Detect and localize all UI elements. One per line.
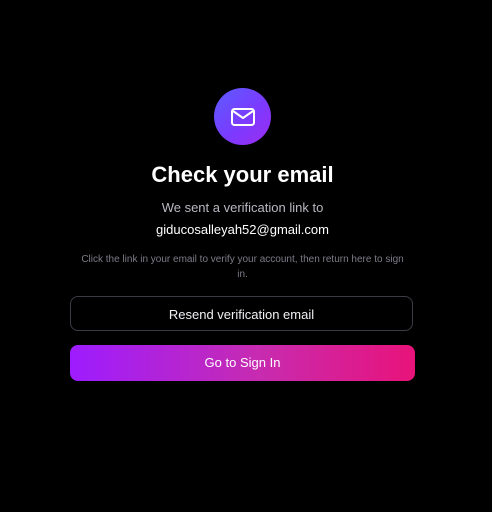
instruction-text: Click the link in your email to verify y… <box>81 254 404 280</box>
resend-verification-button[interactable]: Resend verification email <box>70 296 413 331</box>
verify-email-page: Check your email We sent a verification … <box>0 0 492 512</box>
email-address: giducosalleyah52@gmail.com <box>156 222 329 237</box>
mail-icon <box>230 107 256 127</box>
sent-message: We sent a verification link to <box>161 200 324 215</box>
mail-badge <box>214 88 271 145</box>
page-title: Check your email <box>151 162 334 187</box>
go-to-sign-in-button[interactable]: Go to Sign In <box>70 345 415 381</box>
